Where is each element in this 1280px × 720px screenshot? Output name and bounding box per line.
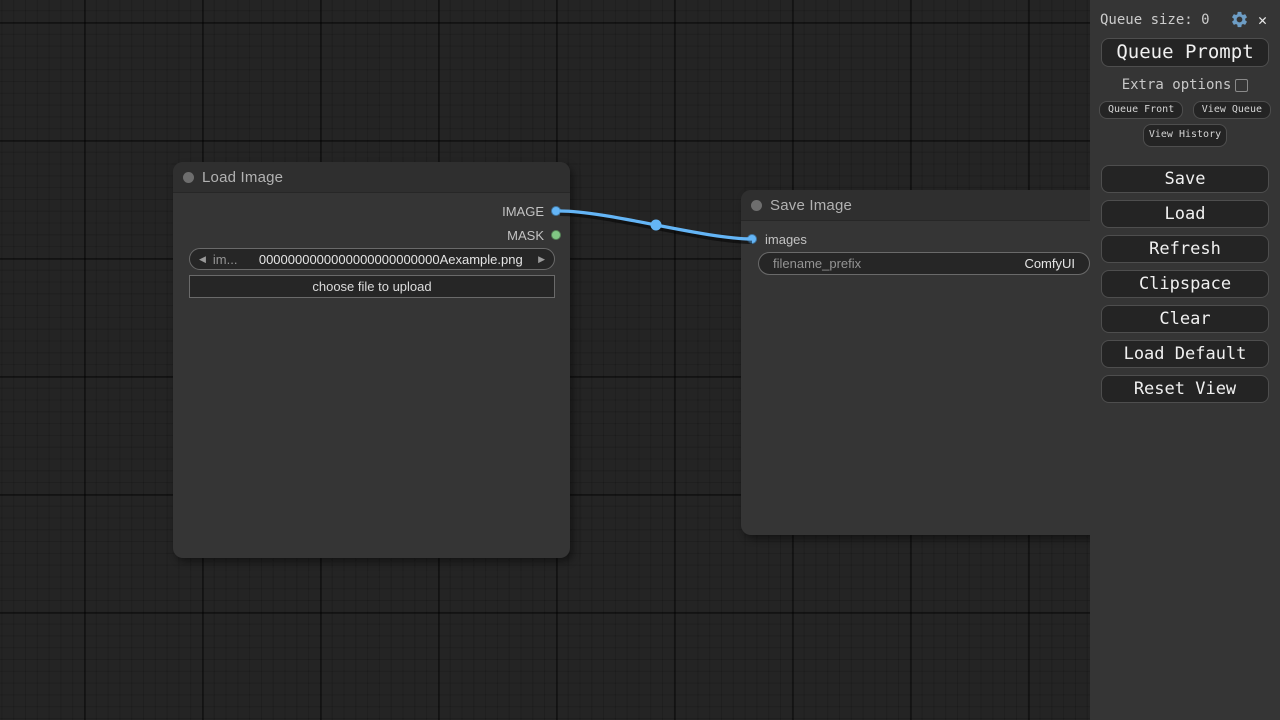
- reset-view-button[interactable]: Reset View: [1101, 375, 1269, 403]
- combo-widget-value: 0000000000000000000000000Aexample.png: [243, 252, 538, 267]
- extra-options-label: Extra options: [1122, 77, 1232, 93]
- filename-prefix-label: filename_prefix: [773, 256, 861, 271]
- comfy-menu: Queue size: 0 ✕ Queue Prompt Extra optio…: [1090, 0, 1280, 720]
- choose-file-button[interactable]: choose file to upload: [189, 275, 555, 298]
- queue-controls-row: Queue Front View Queue: [1099, 101, 1271, 119]
- node-load-image[interactable]: Load Image IMAGE MASK ◀ im... 0000000000…: [173, 162, 570, 558]
- refresh-button[interactable]: Refresh: [1101, 235, 1269, 263]
- output-label-mask: MASK: [507, 228, 544, 243]
- view-history-button[interactable]: View History: [1143, 124, 1227, 147]
- filename-prefix-widget[interactable]: filename_prefix ComfyUI: [758, 252, 1090, 275]
- menu-header: Queue size: 0 ✕: [1090, 0, 1280, 31]
- filename-prefix-value: ComfyUI: [1024, 256, 1075, 271]
- node-save-image[interactable]: Save Image images filename_prefix ComfyU…: [741, 190, 1105, 535]
- output-dot-mask[interactable]: [551, 230, 561, 240]
- view-queue-button[interactable]: View Queue: [1193, 101, 1271, 119]
- settings-gear-icon[interactable]: [1230, 10, 1249, 29]
- extra-options-checkbox[interactable]: [1235, 79, 1248, 92]
- node-title: Save Image: [770, 197, 852, 214]
- combo-prev-icon[interactable]: ◀: [199, 255, 206, 264]
- node-collapse-dot[interactable]: [751, 200, 762, 211]
- output-label-image: IMAGE: [502, 204, 544, 219]
- clear-button[interactable]: Clear: [1101, 305, 1269, 333]
- input-label-images: images: [765, 232, 807, 247]
- node-title: Load Image: [202, 169, 283, 186]
- combo-next-icon[interactable]: ▶: [538, 255, 545, 264]
- output-dot-image[interactable]: [551, 206, 561, 216]
- extra-options-row: Extra options: [1090, 77, 1280, 93]
- combo-widget-label: im...: [213, 252, 238, 267]
- clipspace-button[interactable]: Clipspace: [1101, 270, 1269, 298]
- close-icon[interactable]: ✕: [1255, 11, 1270, 29]
- queue-prompt-button[interactable]: Queue Prompt: [1101, 38, 1269, 67]
- load-default-button[interactable]: Load Default: [1101, 340, 1269, 368]
- input-slot-images: images: [747, 231, 807, 247]
- output-slot-mask: MASK: [507, 227, 561, 243]
- load-button[interactable]: Load: [1101, 200, 1269, 228]
- node-load-image-titlebar[interactable]: Load Image: [173, 162, 570, 193]
- node-save-image-titlebar[interactable]: Save Image: [741, 190, 1105, 221]
- queue-size-label: Queue size: 0: [1100, 12, 1224, 28]
- output-slot-image: IMAGE: [502, 203, 561, 219]
- save-button[interactable]: Save: [1101, 165, 1269, 193]
- input-dot-images[interactable]: [747, 234, 757, 244]
- node-collapse-dot[interactable]: [183, 172, 194, 183]
- image-combo-widget[interactable]: ◀ im... 0000000000000000000000000Aexampl…: [189, 248, 555, 270]
- menu-button-list: Save Load Refresh Clipspace Clear Load D…: [1090, 165, 1280, 403]
- queue-front-button[interactable]: Queue Front: [1099, 101, 1183, 119]
